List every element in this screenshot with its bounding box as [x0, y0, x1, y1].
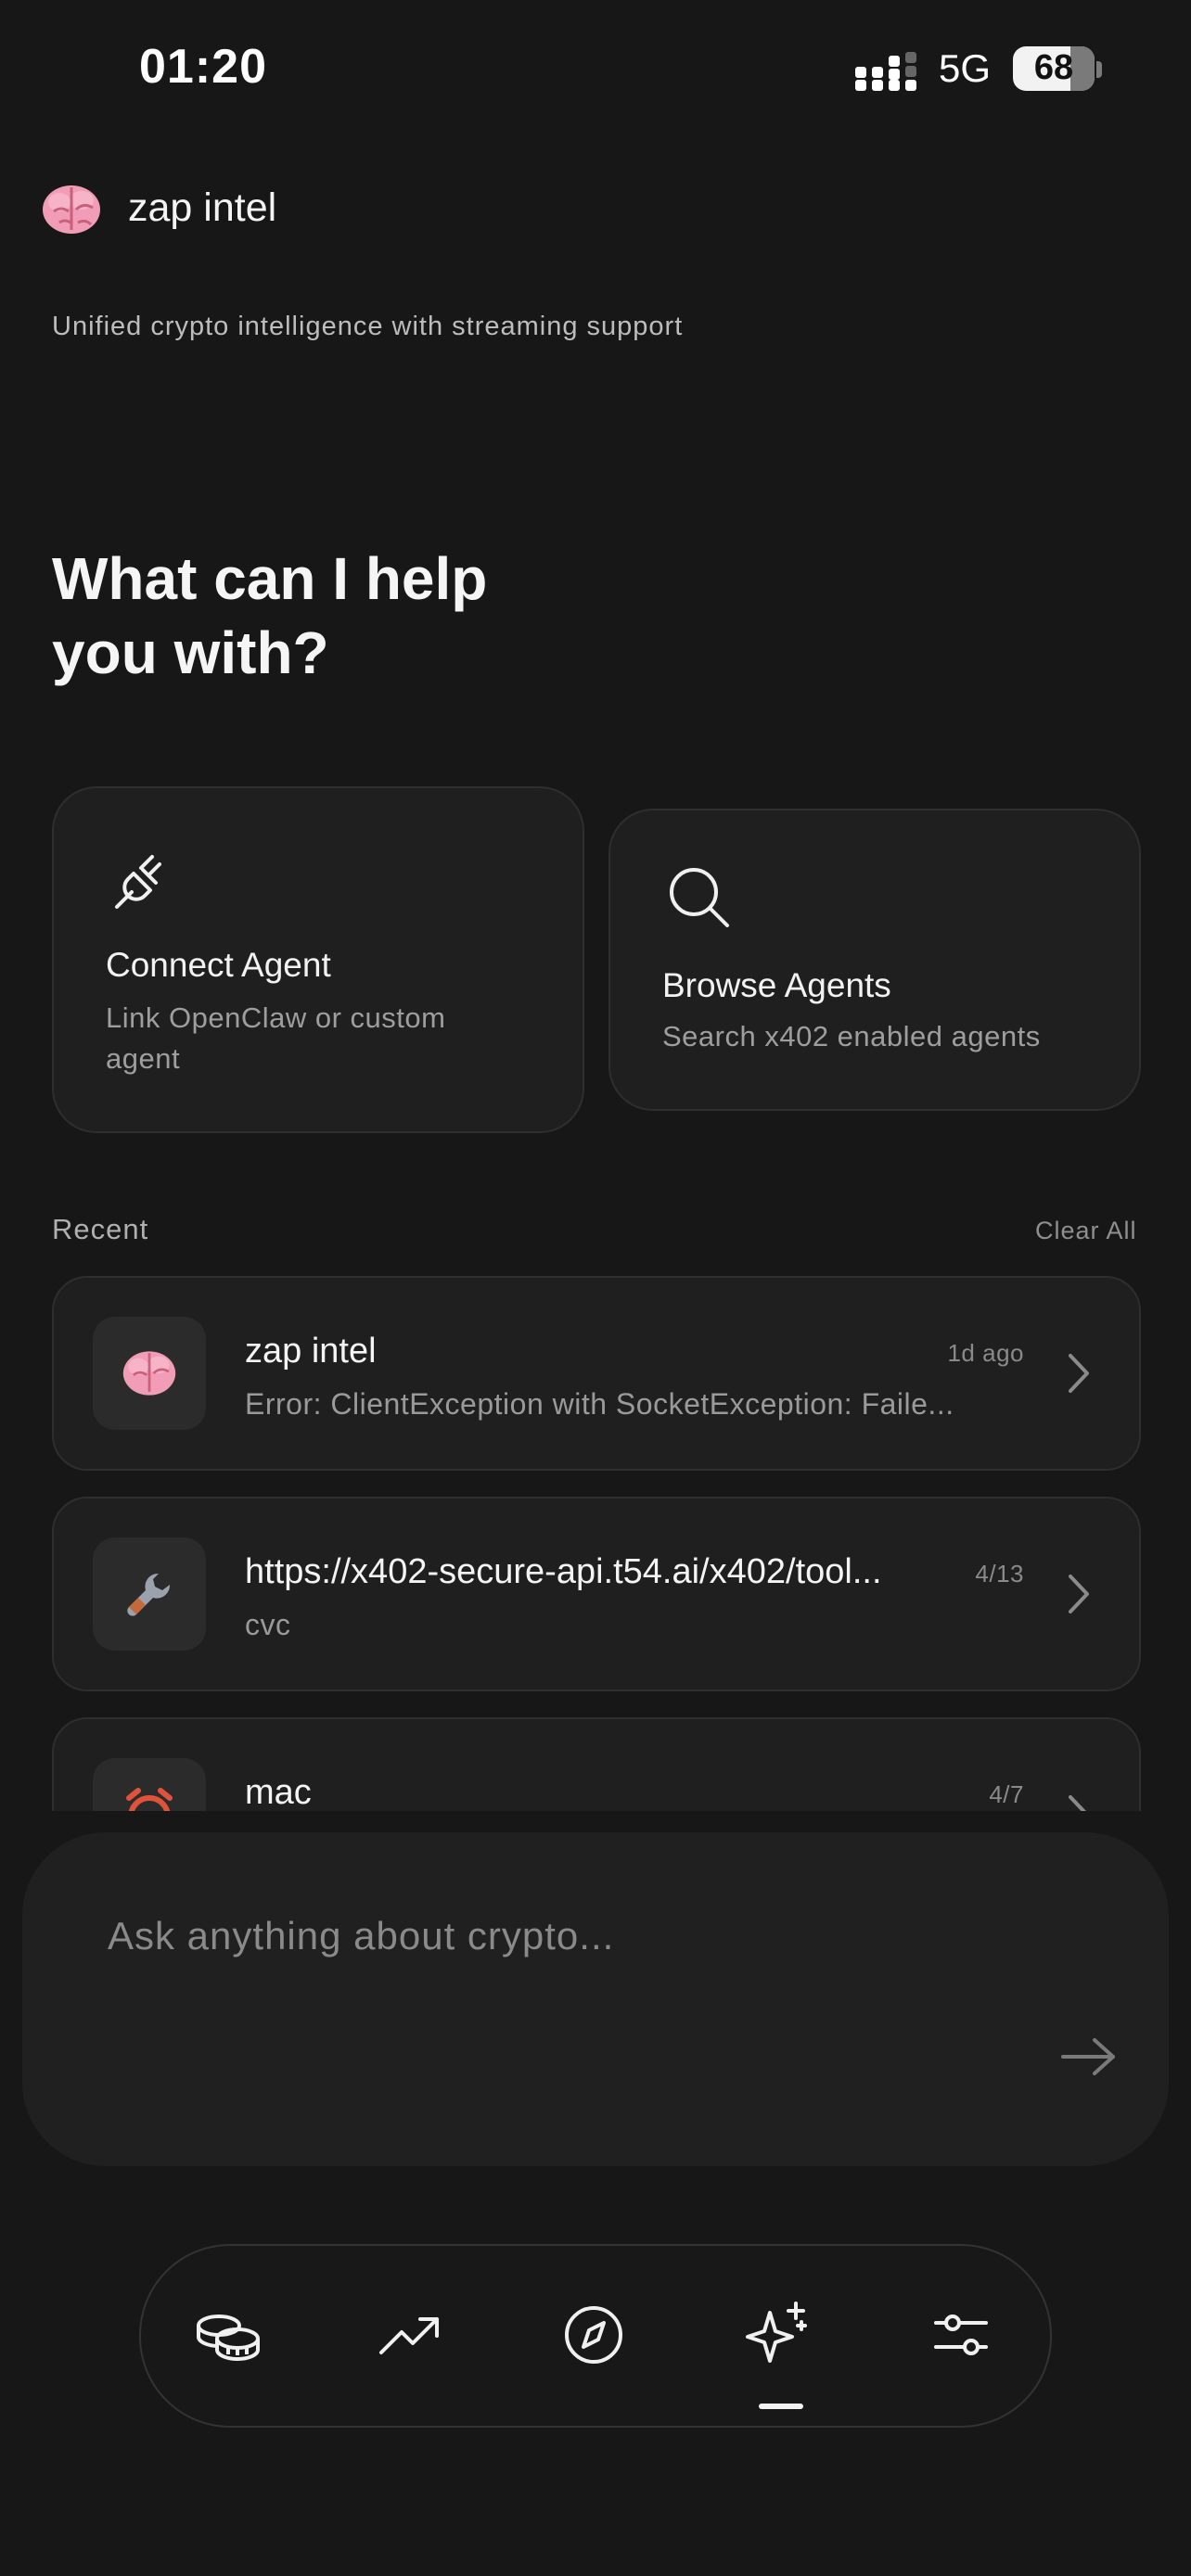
- browse-agents-card[interactable]: Browse Agents Search x402 enabled agents: [608, 809, 1141, 1111]
- recent-item-thumb: [93, 1317, 206, 1430]
- network-type: 5G: [939, 46, 992, 90]
- recent-item[interactable]: mac 4/7: [52, 1717, 1141, 1811]
- trending-icon: [379, 2317, 439, 2354]
- recent-item[interactable]: https://x402-secure-api.t54.ai/x402/tool…: [52, 1497, 1141, 1691]
- clear-all-button[interactable]: Clear All: [1035, 1217, 1137, 1245]
- recent-item[interactable]: zap intel Error: ClientException with So…: [52, 1276, 1141, 1471]
- status-time: 01:20: [139, 40, 267, 94]
- connect-agent-subtitle: Link OpenClaw or custom agent: [106, 998, 445, 1079]
- brain-icon: [122, 1351, 176, 1396]
- chevron-right-icon: [1069, 1354, 1089, 1393]
- brain-icon: [43, 185, 100, 234]
- recent-item-time: 1d ago: [947, 1339, 1024, 1367]
- battery-tip: [1096, 61, 1102, 78]
- app-name[interactable]: zap intel: [128, 185, 276, 231]
- connect-agent-subtitle-line-2: agent: [106, 1042, 181, 1075]
- nav-trending-button[interactable]: [362, 2287, 458, 2383]
- chat-input[interactable]: Ask anything about crypto...: [22, 1832, 1169, 2166]
- search-icon: [670, 868, 729, 927]
- sliders-icon: [934, 2315, 988, 2355]
- nav-active-indicator: [759, 2404, 803, 2409]
- signal-icon: [855, 52, 916, 91]
- recent-list[interactable]: zap intel Error: ClientException with So…: [0, 1270, 1191, 1811]
- bottom-nav: [139, 2244, 1052, 2428]
- recent-item-subtitle: cvc: [245, 1608, 291, 1641]
- recent-item-time: 4/7: [989, 1780, 1024, 1808]
- chevron-right-icon: [1069, 1575, 1089, 1613]
- compass-icon: [565, 2306, 622, 2364]
- nav-explore-button[interactable]: [545, 2287, 642, 2383]
- sparkles-icon: [746, 2302, 807, 2363]
- battery-level: 68: [1033, 48, 1074, 87]
- connect-agent-card[interactable]: Connect Agent Link OpenClaw or custom ag…: [52, 786, 584, 1133]
- coins-icon: [197, 2315, 260, 2361]
- connect-agent-title: Connect Agent: [106, 946, 331, 984]
- alarm-icon: [126, 1788, 173, 1811]
- page-title: What can I help you with?: [52, 542, 487, 690]
- battery-icon: 68: [1013, 46, 1095, 91]
- connect-agent-subtitle-line-1: Link OpenClaw or custom: [106, 1001, 446, 1034]
- chevron-right-icon: [1069, 1795, 1086, 1811]
- plug-icon: [115, 855, 161, 909]
- send-arrow-icon[interactable]: [1059, 2034, 1119, 2079]
- recent-item-title: zap intel: [245, 1332, 377, 1371]
- wrench-icon: [127, 1573, 171, 1616]
- browse-agents-title: Browse Agents: [662, 966, 891, 1004]
- recent-item-thumb: [93, 1537, 206, 1651]
- nav-coins-button[interactable]: [180, 2287, 276, 2383]
- chat-input-placeholder[interactable]: Ask anything about crypto...: [108, 1914, 614, 1958]
- page-title-line-1: What can I help: [52, 545, 488, 612]
- page-title-line-2: you with?: [52, 619, 329, 686]
- app-tagline: Unified crypto intelligence with streami…: [52, 312, 684, 341]
- recent-item-thumb: [93, 1758, 206, 1811]
- nav-settings-button[interactable]: [913, 2287, 1009, 2383]
- recent-section-label: Recent: [52, 1213, 149, 1245]
- recent-item-title: mac: [245, 1773, 312, 1811]
- nav-ai-button[interactable]: [729, 2287, 826, 2383]
- recent-item-subtitle: Error: ClientException with SocketExcept…: [245, 1387, 954, 1421]
- recent-item-time: 4/13: [975, 1560, 1024, 1588]
- browse-agents-subtitle: Search x402 enabled agents: [662, 1020, 1041, 1052]
- recent-item-title: https://x402-secure-api.t54.ai/x402/tool…: [245, 1552, 882, 1591]
